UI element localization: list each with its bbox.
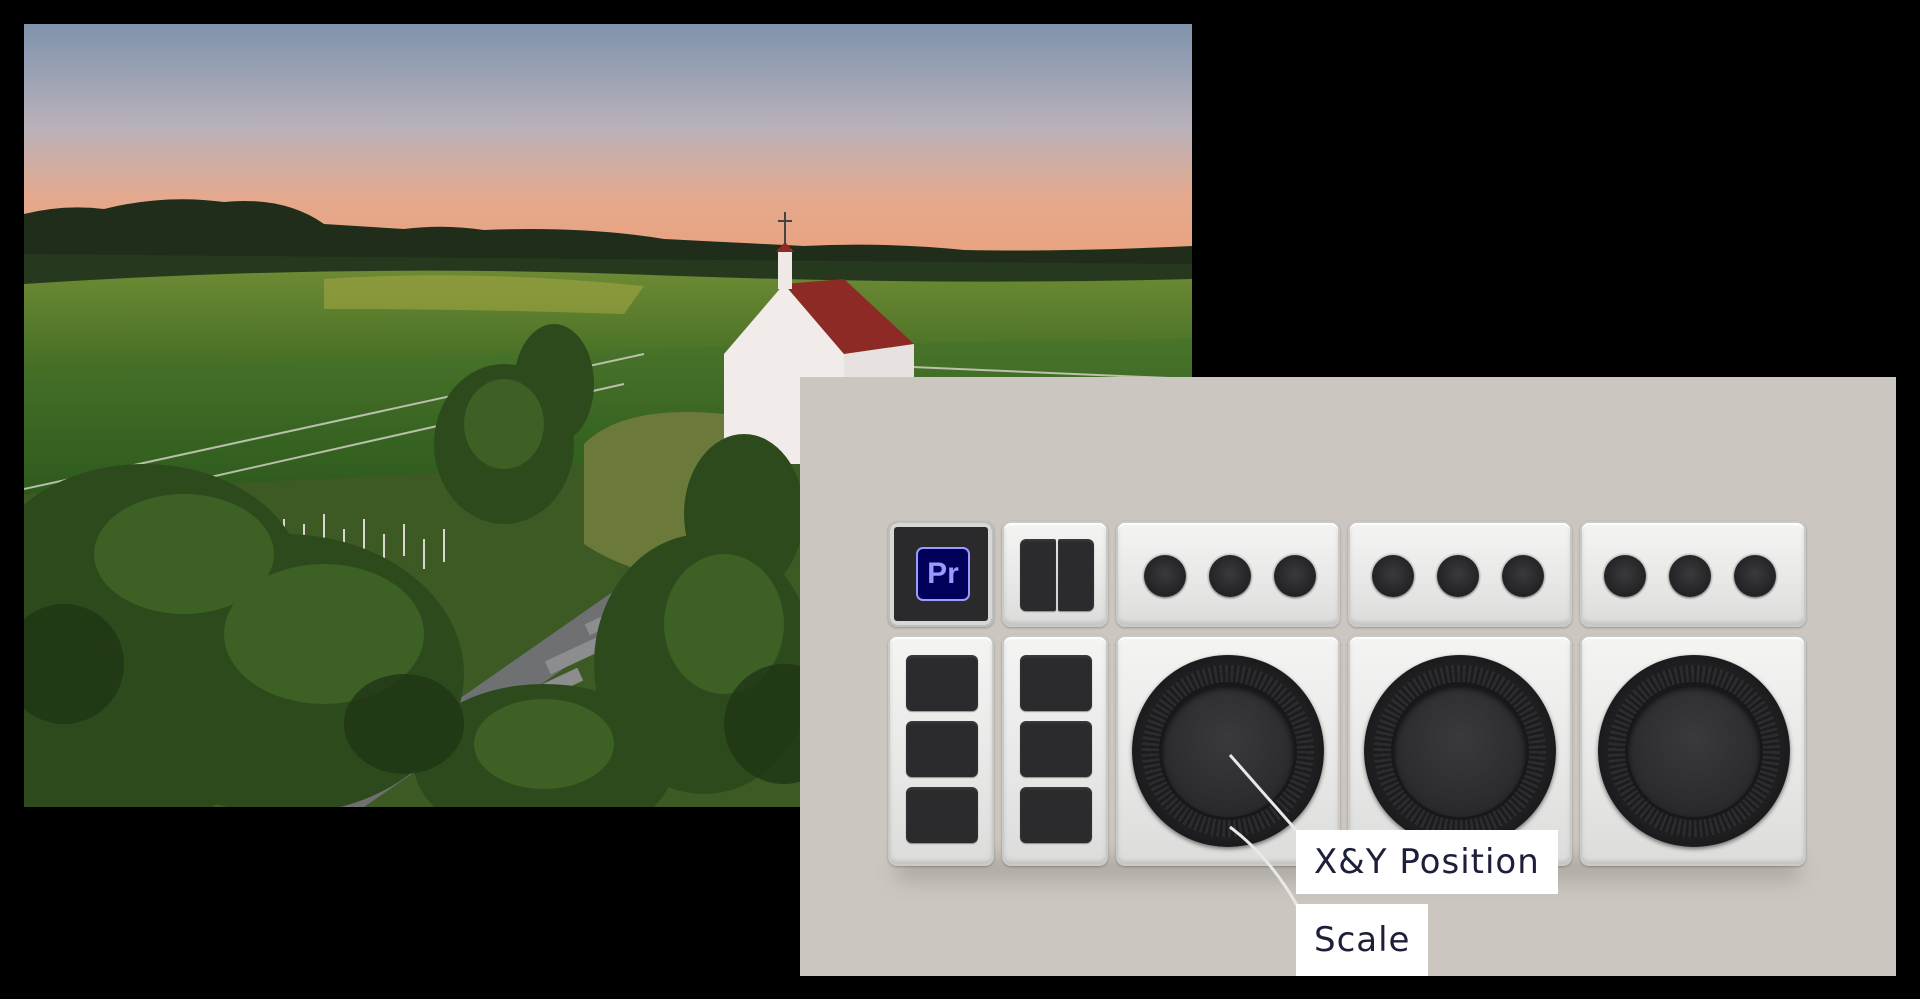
xy-position-label: X&Y Position [1296,830,1558,894]
controller-panel: Pr X&Y Position Scale [800,377,1896,976]
scale-label: Scale [1296,904,1429,976]
